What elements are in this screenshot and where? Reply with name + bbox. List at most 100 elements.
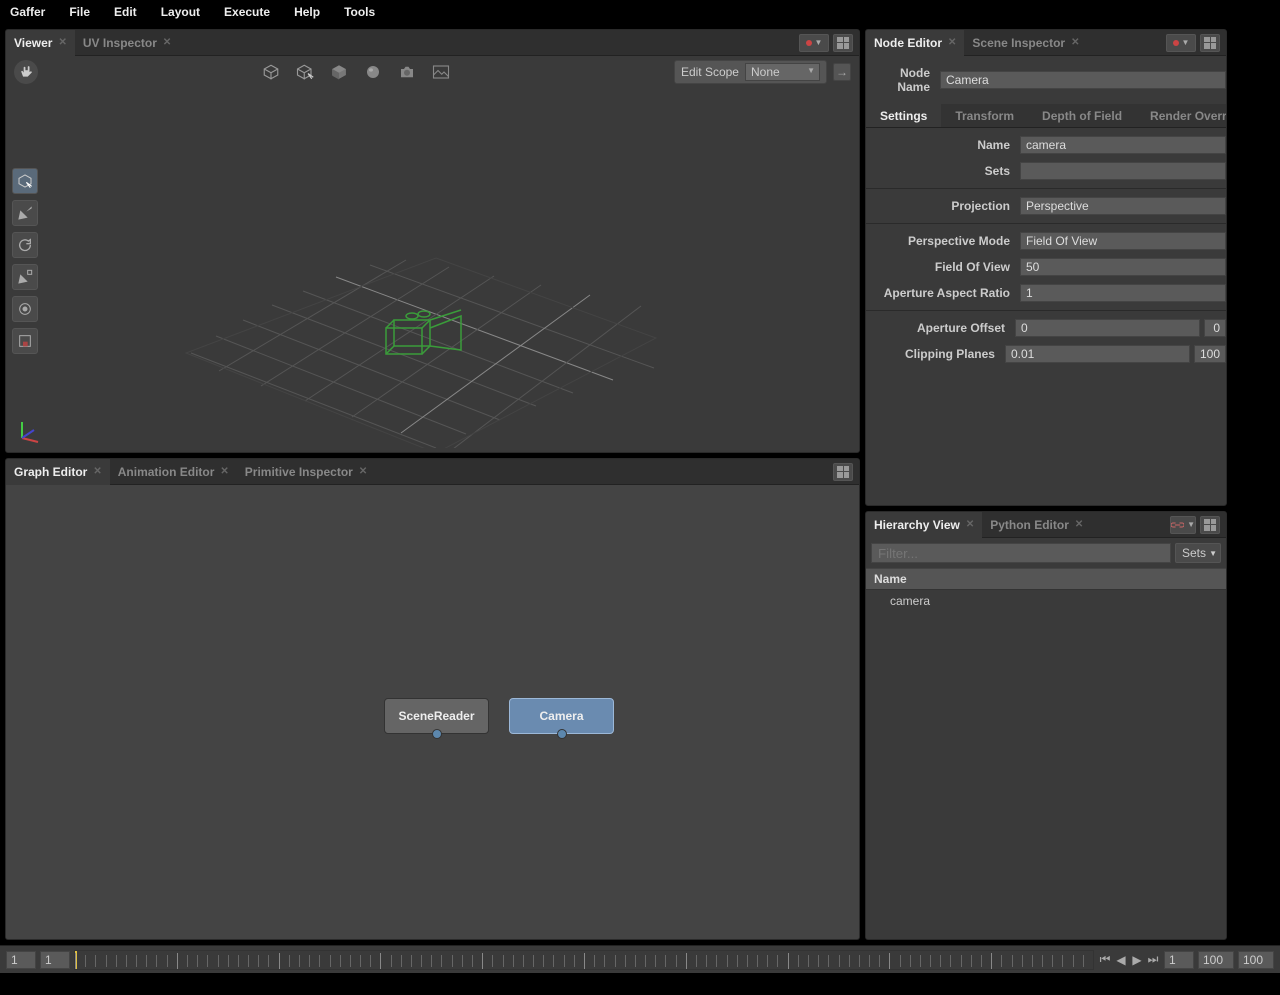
node-camera[interactable]: Camera — [509, 698, 614, 734]
tab-hierarchy-view[interactable]: Hierarchy View ✕ — [866, 512, 982, 538]
menu-tools[interactable]: Tools — [344, 5, 375, 19]
play-reverse-button[interactable]: ◀ — [1114, 953, 1128, 967]
hierarchy-list: camera — [866, 590, 1226, 939]
timeline-current-frame[interactable]: 1 — [40, 951, 70, 969]
timeline-ruler[interactable] — [74, 950, 1094, 970]
tab-node-editor[interactable]: Node Editor ✕ — [866, 30, 964, 56]
link-indicator-button[interactable]: ▼ — [1170, 516, 1196, 534]
menu-gaffer[interactable]: Gaffer — [10, 5, 45, 19]
graph-canvas[interactable]: SceneReader Camera — [6, 485, 859, 939]
menu-layout[interactable]: Layout — [161, 5, 200, 19]
close-icon[interactable]: ✕ — [948, 37, 956, 48]
menubar: Gaffer File Edit Layout Execute Help Too… — [0, 0, 1280, 24]
graph-editor-panel: Graph Editor ✕ Animation Editor ✕ Primit… — [5, 458, 860, 940]
node-editor-subtabs: Settings Transform Depth of Field Render… — [866, 104, 1226, 128]
close-icon[interactable]: ✕ — [220, 466, 228, 477]
sphere-icon[interactable] — [361, 60, 385, 84]
grid-icon — [1204, 37, 1216, 49]
aspect-label: Aperture Aspect Ratio — [866, 286, 1016, 300]
cube-cursor-icon[interactable] — [293, 60, 317, 84]
tab-si-label: Scene Inspector — [972, 36, 1065, 50]
menu-execute[interactable]: Execute — [224, 5, 270, 19]
timeline-range-end[interactable]: 100 — [1238, 951, 1274, 969]
close-icon[interactable]: ✕ — [359, 466, 367, 477]
tab-uv-inspector[interactable]: UV Inspector ✕ — [75, 30, 179, 56]
hierarchy-item[interactable]: camera — [866, 592, 1226, 610]
node-name-label: Node Name — [866, 66, 936, 94]
close-icon[interactable]: ✕ — [1071, 37, 1079, 48]
perspective-mode-label: Perspective Mode — [866, 234, 1016, 248]
tab-viewer-label: Viewer — [14, 36, 52, 50]
tab-scene-inspector[interactable]: Scene Inspector ✕ — [964, 30, 1087, 56]
pin-indicator-button[interactable]: ▼ — [1166, 34, 1196, 52]
close-icon[interactable]: ✕ — [1075, 519, 1083, 530]
projection-field[interactable]: Perspective — [1020, 197, 1226, 215]
menu-help[interactable]: Help — [294, 5, 320, 19]
name-label: Name — [866, 138, 1016, 152]
viewer-tabstrip: Viewer ✕ UV Inspector ✕ ▼ — [6, 30, 859, 56]
close-icon[interactable]: ✕ — [93, 466, 101, 477]
node-output-port[interactable] — [432, 729, 442, 739]
layout-grid-button[interactable] — [1200, 34, 1220, 52]
hierarchy-tabstrip: Hierarchy View ✕ Python Editor ✕ ▼ — [866, 512, 1226, 538]
timeline-playback-controls: ⏮ ◀ ▶ ⏭ — [1098, 953, 1160, 967]
menu-file[interactable]: File — [69, 5, 90, 19]
tab-python-editor[interactable]: Python Editor ✕ — [982, 512, 1091, 538]
name-field[interactable]: camera — [1020, 136, 1226, 154]
node-name-field[interactable]: Camera — [940, 71, 1226, 89]
red-dot-icon — [1173, 40, 1179, 46]
viewer-toolbar: Edit Scope None → — [6, 56, 859, 88]
edit-scope-label: Edit Scope — [681, 65, 739, 79]
aperture-offset-x-field[interactable]: 0 — [1015, 319, 1200, 337]
subtab-transform[interactable]: Transform — [941, 104, 1028, 127]
hierarchy-filter-input[interactable] — [871, 543, 1171, 563]
edit-scope-next-button[interactable]: → — [833, 63, 851, 81]
close-icon[interactable]: ✕ — [163, 37, 171, 48]
layout-grid-button[interactable] — [833, 463, 853, 481]
skip-end-button[interactable]: ⏭ — [1146, 953, 1160, 967]
node-scenereader[interactable]: SceneReader — [384, 698, 489, 734]
tab-py-label: Python Editor — [990, 518, 1069, 532]
hierarchy-toolbar: Sets — [866, 538, 1226, 568]
aperture-offset-y-field[interactable]: 0 — [1204, 319, 1226, 337]
sets-field[interactable] — [1020, 162, 1226, 180]
red-dot-icon — [806, 40, 812, 46]
close-icon[interactable]: ✕ — [58, 37, 66, 48]
timeline-start-frame[interactable]: 1 — [6, 951, 36, 969]
node-label: SceneReader — [398, 709, 474, 723]
skip-start-button[interactable]: ⏮ — [1098, 953, 1112, 967]
shaded-cube-icon[interactable] — [327, 60, 351, 84]
subtab-settings[interactable]: Settings — [866, 104, 941, 127]
clip-far-field[interactable]: 100 — [1194, 345, 1226, 363]
viewer-panel: Viewer ✕ UV Inspector ✕ ▼ — [5, 29, 860, 453]
clip-near-field[interactable]: 0.01 — [1005, 345, 1190, 363]
camera-icon[interactable] — [395, 60, 419, 84]
tab-uv-label: UV Inspector — [83, 36, 157, 50]
aspect-field[interactable]: 1 — [1020, 284, 1226, 302]
layout-grid-button[interactable] — [1200, 516, 1220, 534]
grid-plane — [6, 88, 860, 448]
edit-scope-dropdown[interactable]: None — [745, 63, 820, 81]
node-output-port[interactable] — [557, 729, 567, 739]
perspective-mode-field[interactable]: Field Of View — [1020, 232, 1226, 250]
play-forward-button[interactable]: ▶ — [1130, 953, 1144, 967]
pin-indicator-button[interactable]: ▼ — [799, 34, 829, 52]
timeline-end-frame[interactable]: 100 — [1198, 951, 1234, 969]
subtab-depth-of-field[interactable]: Depth of Field — [1028, 104, 1136, 127]
close-icon[interactable]: ✕ — [966, 519, 974, 530]
viewer-viewport[interactable] — [6, 88, 859, 452]
tab-animation-editor[interactable]: Animation Editor ✕ — [110, 459, 237, 485]
subtab-render-overrides[interactable]: Render Overrides — [1136, 104, 1226, 127]
tab-graph-editor[interactable]: Graph Editor ✕ — [6, 459, 110, 485]
tab-viewer[interactable]: Viewer ✕ — [6, 30, 75, 56]
projection-label: Projection — [866, 199, 1016, 213]
menu-edit[interactable]: Edit — [114, 5, 137, 19]
fov-field[interactable]: 50 — [1020, 258, 1226, 276]
timeline-display-frame[interactable]: 1 — [1164, 951, 1194, 969]
layout-grid-button[interactable] — [833, 34, 853, 52]
tab-primitive-inspector[interactable]: Primitive Inspector ✕ — [237, 459, 375, 485]
pan-tool-icon[interactable] — [14, 60, 38, 84]
image-frame-icon[interactable] — [429, 60, 453, 84]
wireframe-cube-icon[interactable] — [259, 60, 283, 84]
hierarchy-sets-dropdown[interactable]: Sets — [1175, 543, 1221, 563]
